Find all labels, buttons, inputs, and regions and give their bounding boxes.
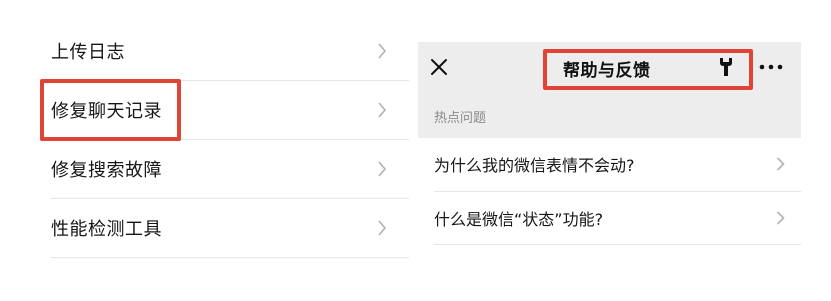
faq-item[interactable]: 什么是微信“状态”功能?	[418, 192, 801, 244]
help-feedback-panel: 帮助与反馈 热点问题 为什么我的微信表情不会动? 什么是微信“状态”功能?	[418, 42, 801, 301]
settings-item-label: 上传日志	[51, 42, 125, 63]
chevron-right-icon	[776, 211, 785, 225]
faq-item-label: 为什么我的微信表情不会动?	[434, 156, 635, 175]
settings-item-repair-chat-history[interactable]: 修复聊天记录	[51, 81, 409, 140]
page-title: 帮助与反馈	[563, 61, 651, 81]
help-header: 帮助与反馈 热点问题	[418, 42, 801, 138]
chevron-right-icon	[378, 43, 387, 59]
more-icon[interactable]	[758, 56, 784, 78]
chevron-right-icon	[378, 161, 387, 177]
settings-item-label: 修复搜索故障	[51, 160, 162, 181]
section-title-hot-questions: 热点问题	[434, 111, 487, 126]
settings-item-label: 性能检测工具	[51, 219, 162, 240]
settings-item-label: 修复聊天记录	[51, 101, 162, 122]
chevron-right-icon	[776, 157, 785, 171]
settings-list: 上传日志 修复聊天记录 修复搜索故障 性能检测工具	[51, 22, 409, 258]
settings-item-performance-tool[interactable]: 性能检测工具	[51, 199, 409, 258]
chevron-right-icon	[378, 220, 387, 236]
divider	[434, 244, 801, 245]
settings-item-upload-log[interactable]: 上传日志	[51, 22, 409, 81]
close-icon[interactable]	[428, 56, 450, 78]
chevron-right-icon	[378, 102, 387, 118]
faq-item-label: 什么是微信“状态”功能?	[434, 210, 604, 229]
wrench-icon[interactable]	[718, 56, 734, 78]
settings-item-repair-search[interactable]: 修复搜索故障	[51, 140, 409, 199]
faq-item[interactable]: 为什么我的微信表情不会动?	[418, 138, 801, 190]
